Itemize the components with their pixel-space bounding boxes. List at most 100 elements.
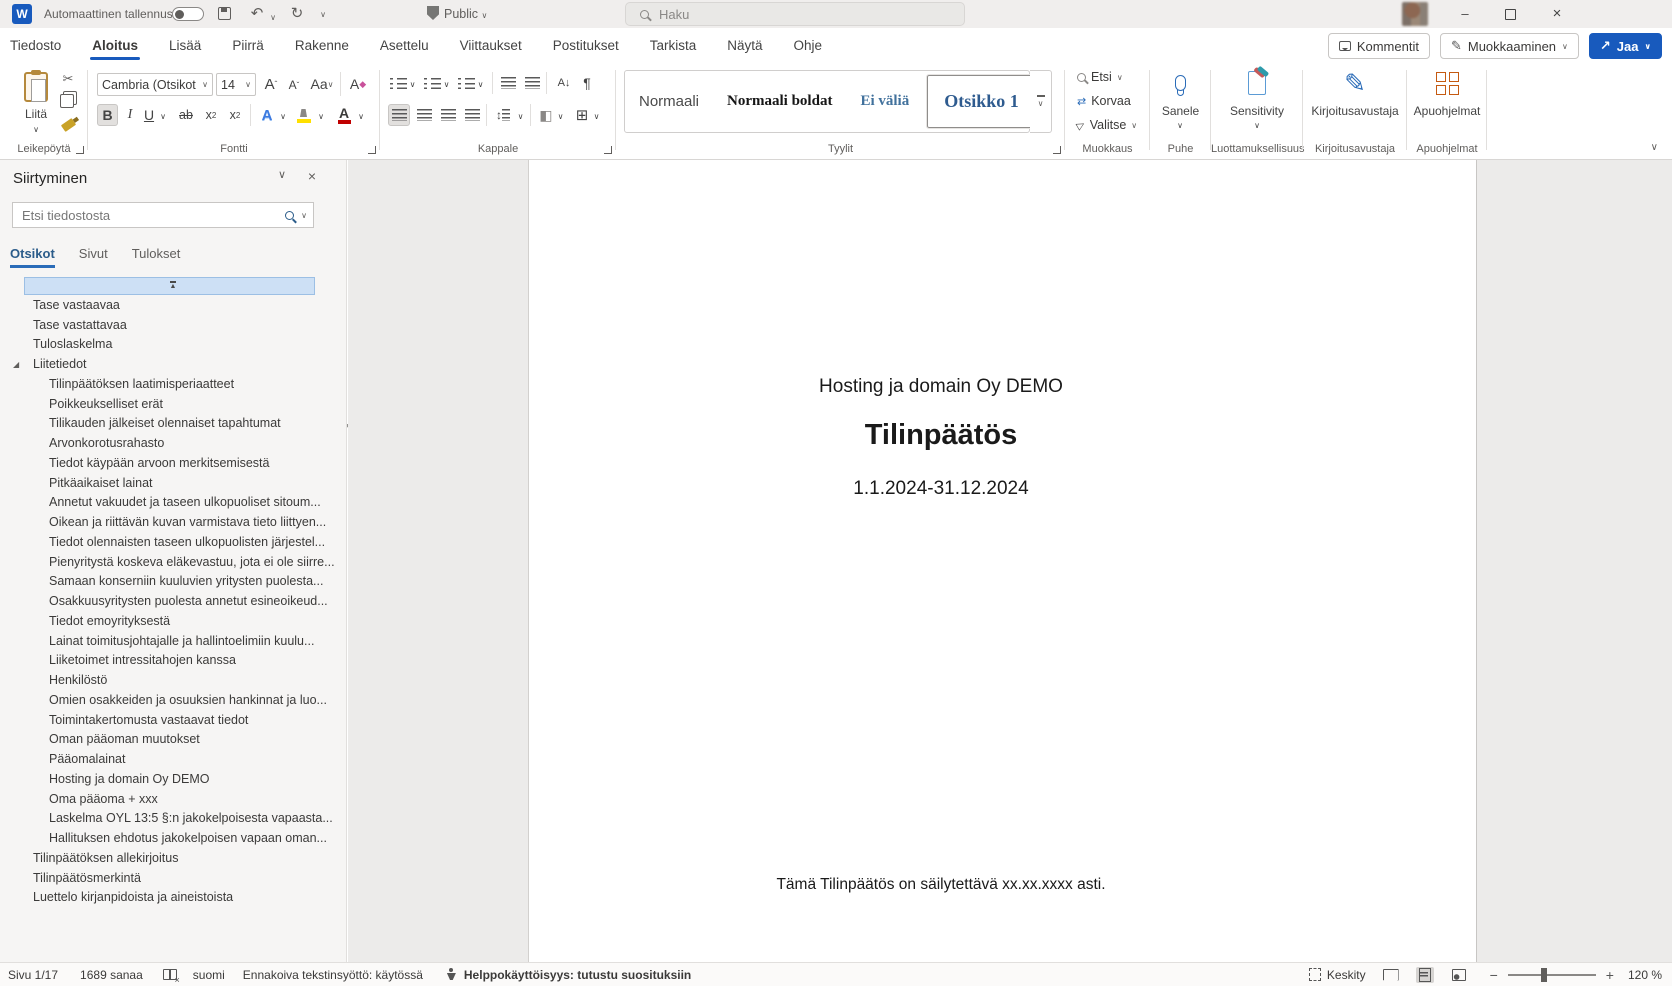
numbering-icon[interactable] bbox=[422, 72, 442, 94]
save-icon[interactable] bbox=[218, 7, 231, 20]
zoom-in-icon[interactable]: + bbox=[1606, 967, 1614, 983]
print-layout-icon[interactable] bbox=[1416, 967, 1434, 983]
nav-heading-item[interactable]: Hosting ja domain Oy DEMO bbox=[0, 770, 346, 790]
redo-icon[interactable]: ↻ bbox=[286, 2, 308, 26]
zoom-slider-thumb[interactable] bbox=[1541, 968, 1547, 982]
shrink-font-icon[interactable]: Aˇ bbox=[284, 74, 304, 96]
zoom-level[interactable]: 120 % bbox=[1628, 968, 1662, 982]
styles-dialog-launcher-icon[interactable] bbox=[1053, 146, 1061, 154]
addins-icon[interactable] bbox=[1435, 70, 1459, 96]
zoom-out-icon[interactable]: − bbox=[1490, 967, 1498, 983]
read-mode-icon[interactable] bbox=[1382, 967, 1400, 983]
undo-icon[interactable]: ↶ bbox=[246, 2, 268, 26]
nav-heading-item[interactable]: Tiedot olennaisten taseen ulkopuolisten … bbox=[0, 533, 346, 553]
clear-formatting-icon[interactable]: A◆ bbox=[346, 72, 370, 96]
nav-heading-item[interactable]: Tase vastattavaa bbox=[0, 316, 346, 336]
style-item[interactable]: Normaali bbox=[625, 93, 713, 110]
highlight-chevron-icon[interactable]: ∨ bbox=[316, 110, 326, 122]
nav-search-icon[interactable] bbox=[285, 211, 294, 220]
ribbon-tab[interactable]: Aloitus bbox=[90, 31, 140, 60]
doc-period-line[interactable]: 1.1.2024-31.12.2024 bbox=[528, 478, 1354, 500]
paragraph-dialog-launcher-icon[interactable] bbox=[604, 146, 612, 154]
page-indicator[interactable]: Sivu 1/17 bbox=[8, 968, 58, 982]
format-painter-icon[interactable] bbox=[58, 118, 78, 132]
collapse-ribbon-icon[interactable]: ∨ bbox=[1651, 142, 1658, 153]
subscript-button[interactable]: x2 bbox=[200, 104, 222, 126]
comments-button[interactable]: Kommentit bbox=[1328, 33, 1430, 59]
nav-heading-item[interactable]: Osakkuusyritysten puolesta annetut esine… bbox=[0, 592, 346, 612]
font-size-combo[interactable]: 14∨ bbox=[216, 73, 256, 96]
bold-button[interactable]: B bbox=[97, 104, 118, 126]
ribbon-tab[interactable]: Ohje bbox=[792, 31, 825, 60]
nav-pane-close-icon[interactable]: × bbox=[302, 168, 322, 184]
bullets-icon[interactable] bbox=[388, 72, 408, 94]
font-color-chevron-icon[interactable]: ∨ bbox=[356, 110, 366, 122]
maximize-icon[interactable] bbox=[1488, 0, 1534, 28]
ribbon-tab[interactable]: Tiedosto bbox=[8, 31, 63, 60]
font-dialog-launcher-icon[interactable] bbox=[368, 146, 376, 154]
editor-icon[interactable]: ✎ bbox=[1341, 66, 1369, 100]
predictive-text-indicator[interactable]: Ennakoiva tekstinsyöttö: käytössä bbox=[243, 968, 423, 982]
line-spacing-chevron-icon[interactable]: ∨ bbox=[516, 110, 525, 122]
line-spacing-icon[interactable]: ↕ bbox=[492, 104, 514, 126]
find-button[interactable]: Etsi∨ bbox=[1077, 70, 1123, 84]
multilevel-list-icon[interactable] bbox=[456, 72, 476, 94]
dictate-chevron-icon[interactable]: ∨ bbox=[1175, 120, 1185, 130]
highlight-color-icon[interactable] bbox=[294, 106, 314, 126]
ribbon-tab[interactable]: Piirrä bbox=[230, 31, 266, 60]
change-case-icon[interactable]: Aa∨ bbox=[308, 72, 336, 96]
nav-heading-item[interactable]: Tilikauden jälkeiset olennaiset tapahtum… bbox=[0, 414, 346, 434]
nav-heading-item[interactable]: Tase vastaavaa bbox=[0, 296, 346, 316]
ribbon-tab[interactable]: Lisää bbox=[167, 31, 203, 60]
doc-company-line[interactable]: Hosting ja domain Oy DEMO bbox=[528, 376, 1354, 398]
accessibility-icon[interactable] bbox=[445, 968, 458, 981]
nav-heading-item[interactable]: Lainat toimitusjohtajalle ja hallintoeli… bbox=[0, 632, 346, 652]
nav-heading-item[interactable]: Tiedot käypään arvoon merkitsemisestä bbox=[0, 454, 346, 474]
nav-tab[interactable]: Tulokset bbox=[132, 246, 181, 268]
show-paragraph-marks-icon[interactable]: ¶ bbox=[578, 72, 596, 94]
zoom-slider[interactable] bbox=[1508, 974, 1596, 976]
text-effects-chevron-icon[interactable]: ∨ bbox=[278, 110, 288, 122]
nav-heading-item[interactable]: Tilinpäätöksen laatimisperiaatteet bbox=[0, 375, 346, 395]
shading-chevron-icon[interactable]: ∨ bbox=[556, 110, 565, 122]
nav-search-box[interactable]: ∨ bbox=[12, 202, 314, 228]
sensitivity-shield-icon[interactable] bbox=[427, 6, 439, 20]
sensitivity-icon[interactable] bbox=[1247, 68, 1267, 98]
proofing-errors-icon[interactable] bbox=[163, 969, 177, 980]
nav-heading-item[interactable]: Arvonkorotusrahasto bbox=[0, 434, 346, 454]
nav-heading-item[interactable]: Tilinpäätöksen allekirjoitus bbox=[0, 849, 346, 869]
paste-chevron-icon[interactable]: ∨ bbox=[30, 124, 42, 134]
nav-search-input[interactable] bbox=[22, 208, 285, 223]
doc-retention-line[interactable]: Tämä Tilinpäätös on säilytettävä xx.xx.x… bbox=[528, 876, 1354, 894]
share-button[interactable]: ↗ Jaa ∨ bbox=[1589, 33, 1662, 59]
focus-mode-button[interactable]: Keskity bbox=[1327, 968, 1366, 982]
replace-button[interactable]: ⇄Korvaa bbox=[1077, 94, 1131, 108]
nav-tab[interactable]: Otsikot bbox=[10, 246, 55, 268]
superscript-button[interactable]: x2 bbox=[224, 104, 246, 126]
search-box[interactable]: Haku bbox=[625, 2, 965, 26]
paste-button[interactable] bbox=[18, 70, 54, 104]
nav-heading-item[interactable]: Laskelma OYL 13:5 §:n jakokelpoisesta va… bbox=[0, 809, 346, 829]
increase-indent-icon[interactable] bbox=[522, 72, 542, 94]
nav-heading-item[interactable]: Oman pääoman muutokset bbox=[0, 730, 346, 750]
nav-heading-item[interactable]: Tuloslaskelma bbox=[0, 335, 346, 355]
sort-icon[interactable]: A↓ bbox=[552, 72, 576, 94]
nav-pane-options-chevron-icon[interactable]: ∨ bbox=[272, 168, 292, 181]
minimize-icon[interactable]: – bbox=[1442, 0, 1488, 28]
bullets-chevron-icon[interactable]: ∨ bbox=[408, 78, 417, 90]
borders-chevron-icon[interactable]: ∨ bbox=[592, 110, 601, 122]
nav-heading-item[interactable]: Oma pääoma + xxx bbox=[0, 790, 346, 810]
language-indicator[interactable]: suomi bbox=[193, 968, 225, 982]
underline-button[interactable]: U bbox=[140, 104, 158, 126]
sensitivity-chevron-icon[interactable]: ∨ bbox=[1252, 120, 1262, 130]
collapse-triangle-icon[interactable]: ◢ bbox=[13, 355, 19, 375]
nav-heading-item[interactable]: Henkilöstö bbox=[0, 671, 346, 691]
document-page[interactable] bbox=[528, 160, 1477, 962]
close-icon[interactable]: × bbox=[1534, 0, 1580, 28]
nav-heading-item[interactable]: Pienyritystä koskeva eläkevastuu, jota e… bbox=[0, 553, 346, 573]
decrease-indent-icon[interactable] bbox=[498, 72, 518, 94]
ribbon-tab[interactable]: Viittaukset bbox=[458, 31, 524, 60]
nav-heading-item[interactable]: Hallituksen ehdotus jakokelpoisen vapaan… bbox=[0, 829, 346, 849]
nav-heading-item[interactable]: Tilinpäätösmerkintä bbox=[0, 869, 346, 889]
ribbon-tab[interactable]: Asettelu bbox=[378, 31, 431, 60]
